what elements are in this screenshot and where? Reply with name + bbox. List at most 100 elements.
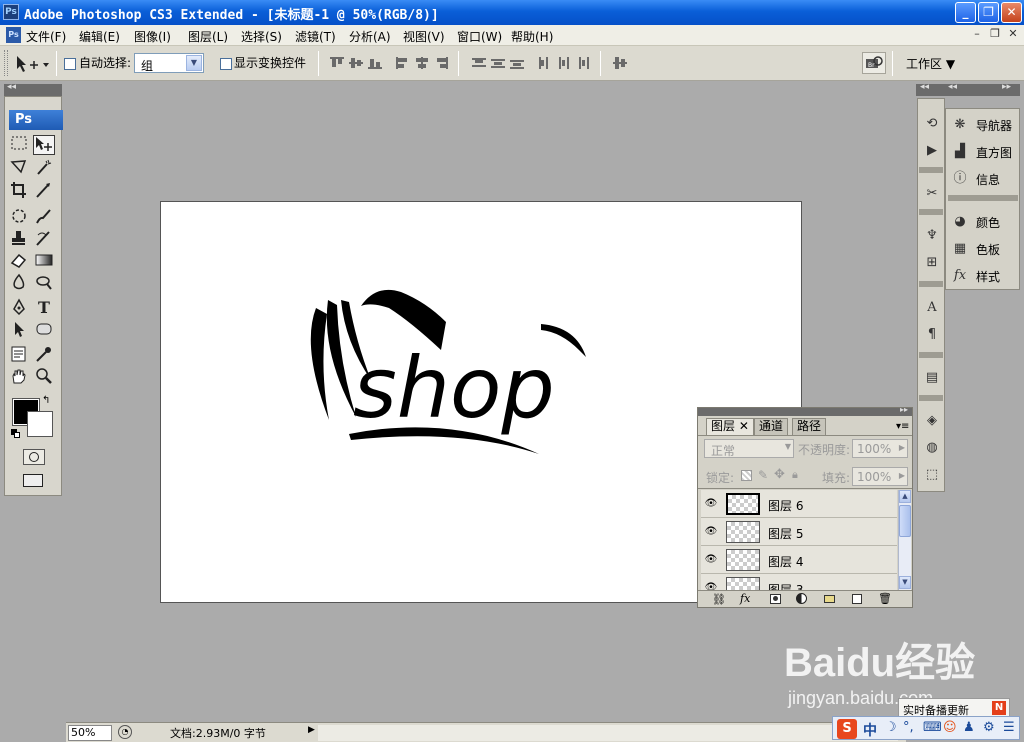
menu-view[interactable]: 视图(V) <box>403 28 445 45</box>
workspace-button[interactable]: 工作区 ▼ <box>896 52 966 75</box>
menu-help[interactable]: 帮助(H) <box>511 28 553 45</box>
menu-icon[interactable]: ☰ <box>1003 720 1015 735</box>
actions-panel-icon[interactable]: ▶ <box>921 140 943 162</box>
move-tool-icon[interactable] <box>33 135 55 155</box>
eyedropper-tool-icon[interactable] <box>33 345 55 365</box>
layer-comps-panel-icon[interactable]: ▤ <box>921 367 943 389</box>
restore-button[interactable]: ❐ <box>978 2 999 23</box>
dodge-tool-icon[interactable] <box>33 273 55 293</box>
user-icon[interactable]: ☺ <box>943 720 957 735</box>
toolbox-header[interactable]: ◂◂ <box>4 82 62 96</box>
dock-header[interactable]: ◂◂ ◂◂ ▸▸ <box>916 82 1020 96</box>
close-button[interactable]: ✕ <box>1001 2 1022 23</box>
status-menu-arrow-icon[interactable]: ▶ <box>308 725 315 735</box>
history-brush-tool-icon[interactable] <box>33 229 55 249</box>
ime-mode[interactable]: 中 <box>863 720 877 740</box>
eye-icon[interactable]: 👁︎ <box>704 582 718 590</box>
brushes-panel-icon[interactable]: ♆ <box>921 225 943 247</box>
path-selection-tool-icon[interactable] <box>8 320 30 340</box>
new-layer-icon[interactable] <box>852 594 862 604</box>
default-colors-icon[interactable] <box>11 429 21 439</box>
screen-mode-button[interactable] <box>23 473 45 489</box>
collapse-arrows-icon[interactable]: ◂◂ <box>948 82 957 92</box>
collapse-arrows-icon[interactable]: ◂◂ <box>7 82 16 92</box>
auto-select-checkbox[interactable] <box>64 58 76 70</box>
hand-tool-icon[interactable] <box>8 367 30 387</box>
paragraph-panel-icon[interactable]: ¶ <box>921 324 943 346</box>
menu-analysis[interactable]: 分析(A) <box>349 28 391 45</box>
marquee-tool-icon[interactable] <box>8 135 30 155</box>
eye-icon[interactable]: 👁︎ <box>704 498 718 510</box>
show-transform-checkbox[interactable] <box>220 58 232 70</box>
lock-transparency-icon[interactable] <box>741 470 752 481</box>
brush-tool-icon[interactable] <box>33 207 55 227</box>
menu-image[interactable]: 图像(I) <box>134 28 171 45</box>
layer-row[interactable]: 👁︎ 图层 6 <box>701 490 897 518</box>
layer-list-scrollbar[interactable]: ▲ ▼ <box>898 490 911 590</box>
eye-icon[interactable]: 👁︎ <box>704 526 718 538</box>
distribute-left-icon[interactable] <box>538 57 552 69</box>
tab-channels[interactable]: 通道 <box>754 418 789 435</box>
zoom-tool-icon[interactable] <box>33 367 55 387</box>
delete-layer-icon[interactable]: 🗑︎ <box>878 592 892 605</box>
blend-mode-dropdown[interactable]: 正常 ▼ <box>704 439 794 458</box>
panel-info[interactable]: ⓘ 信息 <box>950 168 1018 190</box>
lock-all-icon[interactable]: 🔒︎ <box>792 468 798 482</box>
layer-row[interactable]: 👁︎ 图层 4 <box>701 546 897 574</box>
distribute-vcenter-icon[interactable] <box>491 57 505 69</box>
menu-select[interactable]: 选择(S) <box>241 28 282 45</box>
menu-file[interactable]: 文件(F) <box>26 28 66 45</box>
lock-position-icon[interactable]: ✥ <box>774 467 785 482</box>
paths-panel-icon[interactable]: ⬚ <box>921 464 943 486</box>
fill-input[interactable]: 100% ▶ <box>852 467 908 486</box>
lock-pixels-icon[interactable]: ✎ <box>758 468 768 482</box>
scroll-up-icon[interactable]: ▲ <box>899 490 911 503</box>
menu-edit[interactable]: 编辑(E) <box>79 28 120 45</box>
bridge-button[interactable]: Br <box>862 52 886 74</box>
moon-icon[interactable]: ☽ <box>885 720 897 735</box>
gradient-tool-icon[interactable] <box>33 251 55 271</box>
tools-icon[interactable]: ⚙ <box>983 720 995 735</box>
layer-row[interactable]: 👁︎ 图层 3 <box>701 574 897 590</box>
opacity-input[interactable]: 100% ▶ <box>852 439 908 458</box>
doc-restore-button[interactable]: ❐ <box>988 28 1002 42</box>
status-clock-icon[interactable]: ◔ <box>118 725 132 739</box>
add-mask-icon[interactable] <box>770 594 781 604</box>
layer-style-icon[interactable]: fx <box>740 592 750 605</box>
panel-color[interactable]: ◕ 颜色 <box>950 211 1018 233</box>
distribute-bottom-icon[interactable] <box>510 57 524 69</box>
distribute-top-icon[interactable] <box>472 57 486 69</box>
options-grip[interactable] <box>4 50 8 76</box>
doc-close-button[interactable]: ✕ <box>1006 28 1020 42</box>
align-top-icon[interactable] <box>330 57 344 69</box>
panel-histogram[interactable]: ▟ 直方图 <box>950 141 1018 163</box>
align-left-icon[interactable] <box>396 57 410 69</box>
panel-styles[interactable]: fx 样式 <box>950 265 1018 287</box>
scroll-down-icon[interactable]: ▼ <box>899 576 911 589</box>
menu-filter[interactable]: 滤镜(T) <box>295 28 336 45</box>
background-color-swatch[interactable] <box>27 411 53 437</box>
auto-select-dropdown[interactable]: 组 ▼ <box>134 53 204 73</box>
eye-icon[interactable]: 👁︎ <box>704 554 718 566</box>
lasso-tool-icon[interactable] <box>8 158 30 178</box>
link-layers-icon[interactable]: ⛓ <box>712 593 726 606</box>
tab-paths[interactable]: 路径 <box>792 418 827 435</box>
panel-navigator[interactable]: ❋ 导航器 <box>950 114 1018 136</box>
crop-tool-icon[interactable] <box>8 181 30 201</box>
distribute-right-icon[interactable] <box>576 57 590 69</box>
blur-tool-icon[interactable] <box>8 273 30 293</box>
align-vcenter-icon[interactable] <box>349 57 363 69</box>
collapse-arrows-icon[interactable]: ◂◂ <box>920 82 929 92</box>
shape-tool-icon[interactable] <box>33 320 55 340</box>
notes-tool-icon[interactable] <box>8 345 30 365</box>
document-menu-icon[interactable]: Ps <box>6 27 21 43</box>
align-bottom-icon[interactable] <box>368 57 382 69</box>
distribute-hcenter-icon[interactable] <box>557 57 571 69</box>
clone-source-panel-icon[interactable]: ⊞ <box>921 252 943 274</box>
horizontal-scrollbar[interactable] <box>318 725 898 741</box>
layers-panel-icon[interactable]: ◈ <box>921 410 943 432</box>
align-hcenter-icon[interactable] <box>415 57 429 69</box>
tool-presets-panel-icon[interactable]: ✂ <box>921 183 943 205</box>
menu-window[interactable]: 窗口(W) <box>457 28 502 45</box>
skin-icon[interactable]: ♟ <box>963 720 975 735</box>
